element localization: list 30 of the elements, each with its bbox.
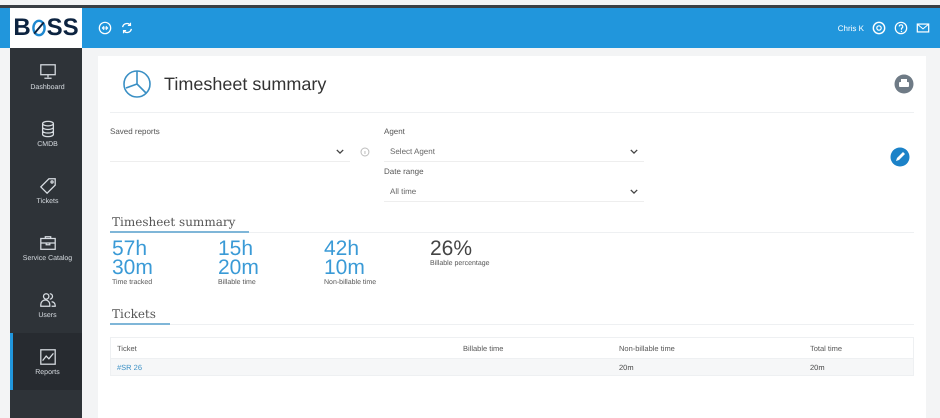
date-range-dropdown[interactable]: All time <box>384 181 644 202</box>
chevron-down-icon <box>630 148 638 154</box>
refresh-icon[interactable] <box>120 21 134 35</box>
stat-value: 26% <box>430 239 474 258</box>
agent-dropdown[interactable]: Select Agent <box>384 141 644 162</box>
mail-icon[interactable] <box>916 21 930 35</box>
field-label: Agent <box>384 127 406 136</box>
chevron-down-icon <box>336 148 344 154</box>
tag-icon <box>38 176 56 194</box>
chart-icon <box>38 348 56 366</box>
stat-value: 42h 10m <box>324 239 365 277</box>
edit-button[interactable] <box>890 147 910 167</box>
stat-value: 15h 20m <box>218 239 260 277</box>
info-icon[interactable] <box>360 146 370 156</box>
pie-chart-icon <box>122 69 152 99</box>
support-icon[interactable] <box>872 21 886 35</box>
briefcase-icon <box>38 234 56 252</box>
monitor-icon <box>38 62 56 80</box>
section-heading: Timesheet summary <box>110 215 250 233</box>
print-button[interactable] <box>894 74 914 94</box>
section-heading: Tickets <box>110 307 170 325</box>
field-label: Date range <box>384 167 425 176</box>
help-icon[interactable] <box>894 21 908 35</box>
page-title: Timesheet summary <box>164 74 326 94</box>
logo: B SS <box>10 8 82 48</box>
chevron-down-icon <box>630 188 638 194</box>
users-icon <box>38 290 56 308</box>
field-label: Saved reports <box>110 127 161 136</box>
stat-value: 57h 30m <box>112 239 154 277</box>
collapse-icon[interactable] <box>98 21 112 35</box>
